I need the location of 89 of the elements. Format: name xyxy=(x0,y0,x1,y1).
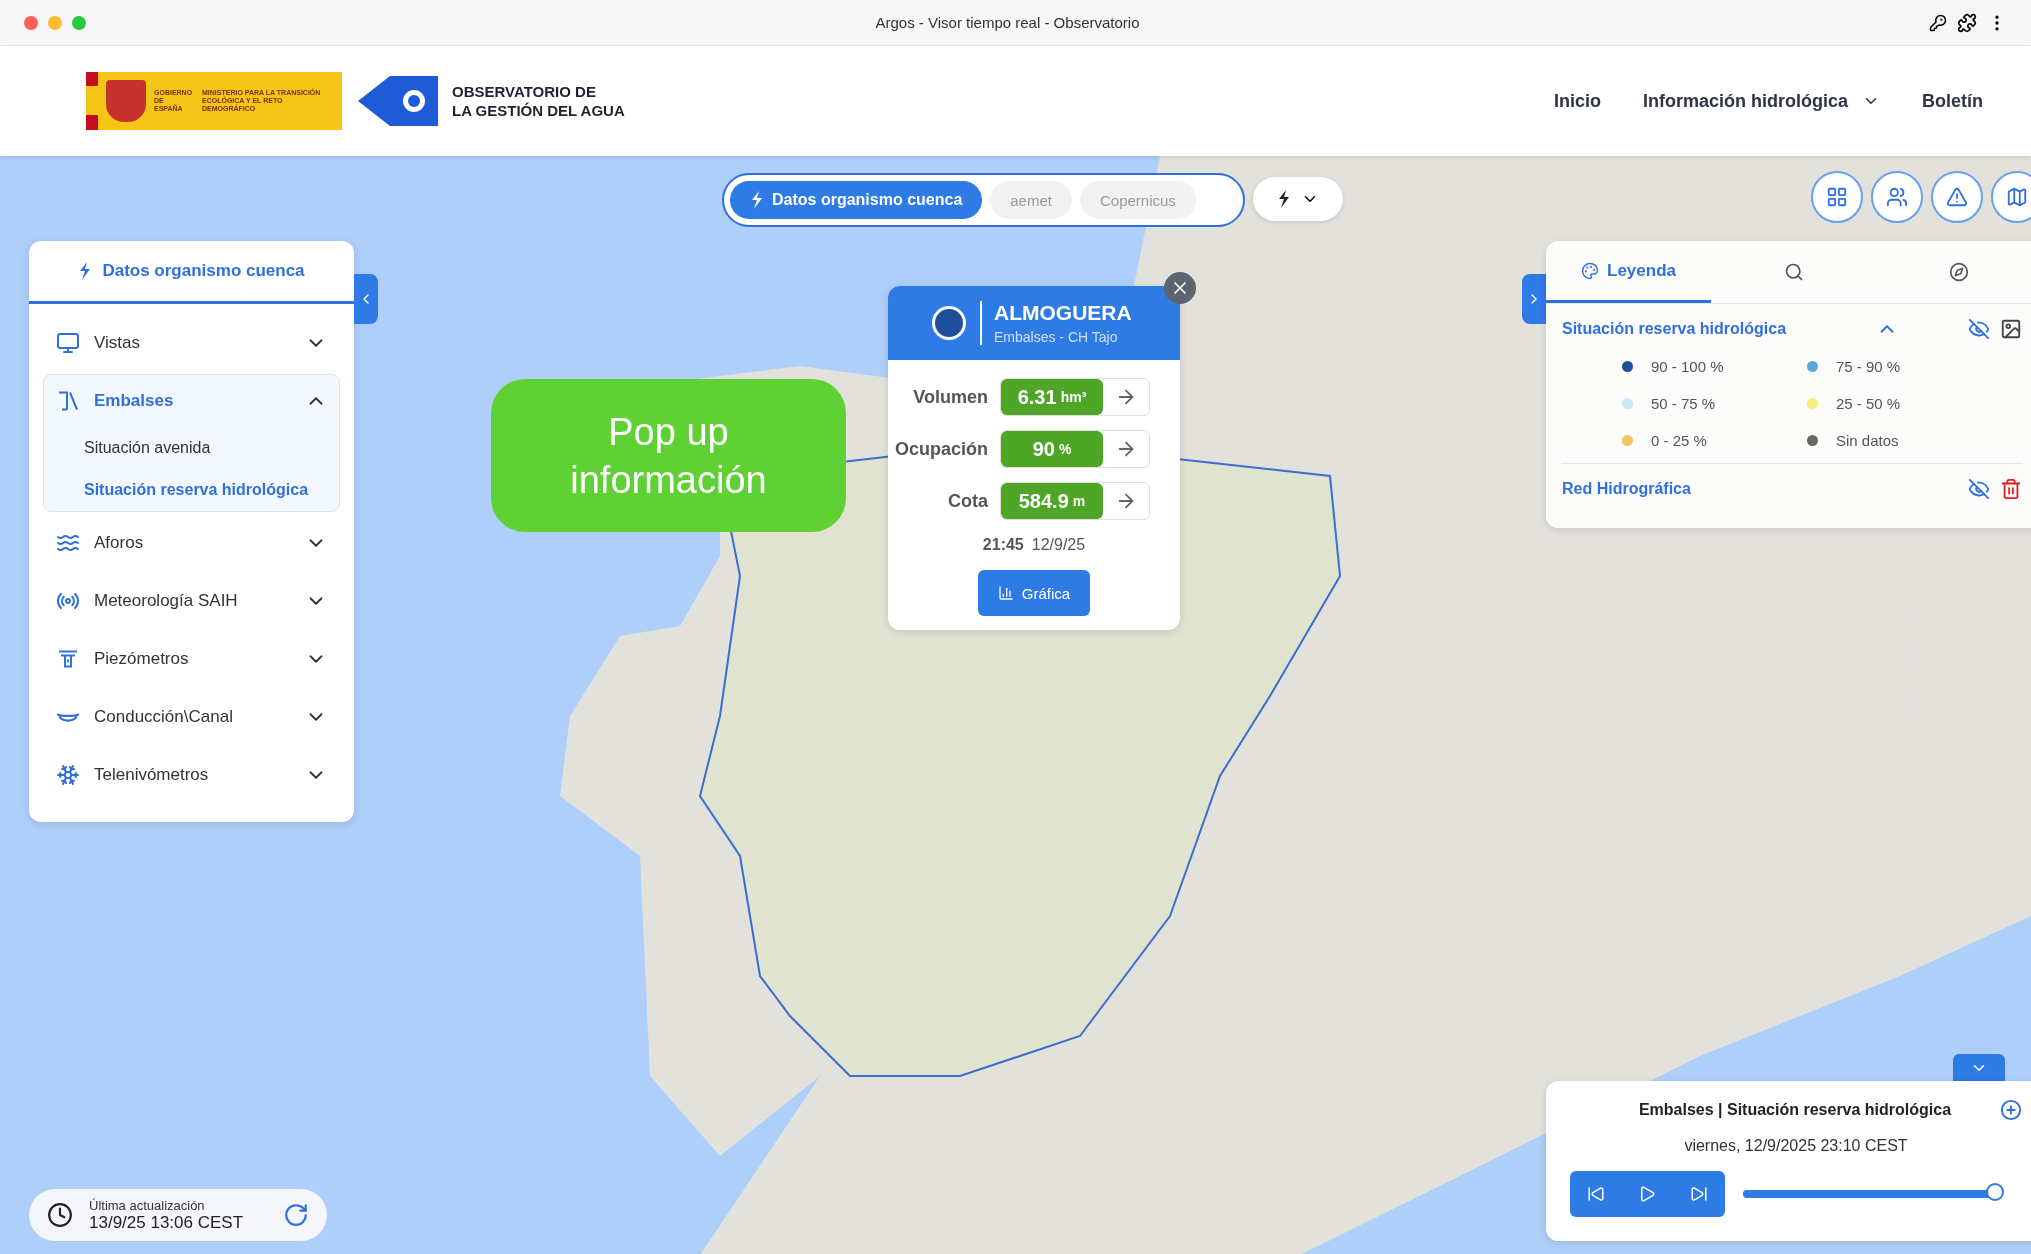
map-icon xyxy=(2006,186,2028,208)
expand-panel-button[interactable] xyxy=(1522,274,1546,324)
item-label: Telenivómetros xyxy=(94,765,210,785)
tab-label: Datos organismo cuenca xyxy=(102,261,305,281)
compass-icon xyxy=(1948,262,1969,282)
status-value: 13/9/25 13:06 CEST xyxy=(89,1212,245,1233)
eye-off-icon[interactable] xyxy=(1968,318,1990,340)
lightning-icon xyxy=(78,262,93,280)
skip-forward-icon xyxy=(1690,1185,1709,1203)
collapse-sidebar-button[interactable] xyxy=(354,274,378,324)
sidebar-item[interactable]: Conducción\Canal xyxy=(44,691,339,743)
annotation-text: información xyxy=(570,457,767,503)
status-label: Última actualización xyxy=(89,1197,206,1213)
puzzle-icon[interactable] xyxy=(1957,12,1977,33)
popup-subtitle: Embalses - CH Tajo xyxy=(994,329,1119,345)
warning-icon xyxy=(1946,186,1968,208)
well-icon xyxy=(58,650,78,668)
brand-name: OBSERVATORIO DE xyxy=(452,82,597,101)
sidebar-item[interactable]: Embalses xyxy=(44,375,339,427)
observatory-logo-icon xyxy=(358,76,438,126)
time-text: 21:45 xyxy=(982,536,1024,554)
dam-icon xyxy=(58,391,78,411)
item-label: Piezómetros xyxy=(94,649,190,669)
nav-link[interactable]: Inicio xyxy=(1553,90,1601,112)
canal-icon xyxy=(56,712,80,722)
bar-chart-icon xyxy=(997,585,1014,601)
trash-icon[interactable] xyxy=(2000,478,2022,500)
nav-link[interactable]: Información hidrológica xyxy=(1643,90,1880,112)
popup-title: ALMOGUERA xyxy=(994,301,1132,325)
legend-label: Sin datos xyxy=(1836,432,1899,449)
item-label: Embalses xyxy=(94,391,175,411)
snowflake-icon xyxy=(56,763,80,787)
legend-tab[interactable]: Leyenda xyxy=(1546,241,1711,303)
grid-icon xyxy=(1826,186,1848,208)
submenu-item[interactable]: Situación reserva hidrológica xyxy=(44,469,339,511)
flag-stripe-icon xyxy=(86,72,98,130)
clock-icon xyxy=(47,1202,73,1228)
sidebar-item[interactable]: Telenivómetros xyxy=(44,749,339,801)
legend-label: 50 - 75 % xyxy=(1651,395,1716,412)
field-label: Ocupación xyxy=(894,438,988,460)
item-label: Meteorología SAIH xyxy=(94,591,239,611)
timeline-title: Embalses | Situación reserva hidrológica xyxy=(1637,1101,1953,1119)
legend-image-icon[interactable] xyxy=(2000,318,2022,340)
play-icon xyxy=(1638,1185,1657,1203)
legend-label: 0 - 25 % xyxy=(1651,432,1707,449)
skip-back-icon xyxy=(1586,1185,1605,1203)
value-badge: 6.31 hm³ xyxy=(1001,379,1103,415)
layer-title: Situación reserva hidrológica xyxy=(1562,320,1788,338)
sidebar-item[interactable]: Meteorología SAIH xyxy=(44,575,339,627)
timeline-date: viernes, 12/9/2025 23:10 CEST xyxy=(1684,1137,1908,1155)
people-icon xyxy=(1886,186,1908,208)
palette-icon xyxy=(1581,261,1599,280)
item-label: Aforos xyxy=(94,533,145,553)
sidebar-item[interactable]: Aforos xyxy=(44,517,339,569)
legend-label: 75 - 90 % xyxy=(1836,358,1901,375)
refresh-icon xyxy=(283,1202,309,1228)
nav-link[interactable]: Boletín xyxy=(1922,90,1983,112)
date-text: 12/9/25 xyxy=(1031,536,1086,554)
window-title: Argos - Visor tiempo real - Observatorio xyxy=(874,14,1141,31)
collapse-button[interactable] xyxy=(1953,1054,2005,1082)
key-icon[interactable] xyxy=(1929,13,1947,32)
sidebar-tab[interactable]: Datos organismo cuenca xyxy=(29,241,354,304)
slider-thumb[interactable] xyxy=(1986,1183,2004,1201)
value-badge: 90 % xyxy=(1001,431,1103,467)
refresh-button[interactable] xyxy=(283,1202,309,1228)
lightning-icon xyxy=(1277,190,1291,208)
screens-icon xyxy=(56,331,80,355)
chart-button[interactable]: Gráfica xyxy=(977,570,1091,616)
layer-title: Red Hidrográfica xyxy=(1562,480,1692,498)
brand-name: LA GESTIÓN DEL AGUA xyxy=(452,101,625,120)
station-marker-icon xyxy=(932,306,966,340)
field-label: Cota xyxy=(947,490,988,512)
value-badge: 584.9 m xyxy=(1001,483,1103,519)
annotation-text: Pop up xyxy=(608,409,729,455)
eye-off-icon[interactable] xyxy=(1968,478,1990,500)
source-option[interactable]: Datos organismo cuenca xyxy=(730,181,983,219)
coat-of-arms-icon xyxy=(106,80,146,122)
sidebar-item[interactable]: Vistas xyxy=(44,317,339,369)
legend-label: 90 - 100 % xyxy=(1651,358,1724,375)
sidebar-item[interactable]: Piezómetros xyxy=(44,633,339,685)
item-label: Vistas xyxy=(94,333,141,353)
lightning-icon xyxy=(750,191,764,209)
item-label: Conducción\Canal xyxy=(94,707,234,727)
search-icon xyxy=(1783,262,1804,282)
field-label: Volumen xyxy=(912,386,988,408)
add-icon[interactable] xyxy=(2000,1099,2022,1121)
legend-label: 25 - 50 % xyxy=(1836,395,1901,412)
submenu-item[interactable]: Situación avenida xyxy=(44,427,339,469)
close-window-icon[interactable] xyxy=(24,15,38,30)
